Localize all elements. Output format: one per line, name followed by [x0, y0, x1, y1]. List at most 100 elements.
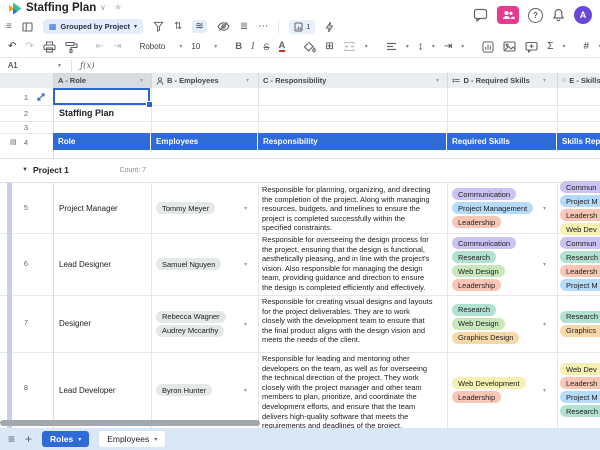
skill-chip[interactable]: Leadersh — [560, 265, 600, 277]
strikethrough-button[interactable]: S — [264, 42, 270, 52]
cell-role[interactable]: Project Manager — [53, 183, 151, 233]
records-badge[interactable]: 1 — [289, 19, 316, 34]
column-header-a[interactable]: A - Role — [53, 73, 151, 88]
employee-chip[interactable]: Tommy Meyer — [156, 202, 216, 214]
sort-icon[interactable]: ⇅ — [174, 21, 182, 32]
cell-required-skills[interactable]: Communication Project Management Leaders… — [447, 183, 557, 233]
functions-sum-icon[interactable]: Σ — [547, 41, 553, 52]
sheet-title-cell[interactable]: Staffing Plan — [59, 108, 114, 118]
column-header-e[interactable]: ○ E - Skills — [557, 73, 600, 88]
name-box-chevron-icon[interactable]: ▾ — [58, 62, 61, 69]
cell-skills-rep[interactable]: Research Graphics — [557, 295, 600, 352]
row-number[interactable]: 5 — [0, 203, 52, 212]
cell-dropdown-icon[interactable]: ▾ — [244, 321, 247, 328]
hide-fields-eye-off-icon[interactable] — [217, 21, 230, 32]
chevron-down-icon[interactable]: ▾ — [406, 43, 409, 50]
employee-chip[interactable]: Byron Hunter — [156, 384, 213, 396]
cell-responsibility[interactable]: Responsible for leading and mentoring ot… — [258, 352, 447, 428]
insert-chart-icon[interactable] — [482, 40, 494, 53]
employee-chip[interactable]: Audrey Mccarthy — [156, 324, 225, 337]
skill-chip[interactable]: Web Dev — [560, 363, 600, 375]
cell-employees[interactable]: Tommy Meyer ▾ — [151, 183, 258, 233]
cell-required-skills[interactable]: Communication Research Web Design Leader… — [447, 233, 557, 295]
skill-chip[interactable]: Communication — [452, 188, 517, 200]
side-panel-icon[interactable] — [22, 21, 33, 32]
fill-color-icon[interactable] — [303, 41, 317, 53]
cell-role[interactable]: Designer — [53, 295, 151, 352]
column-a-menu-icon[interactable]: ▾ — [140, 77, 143, 84]
skill-chip[interactable]: Research — [560, 251, 600, 263]
chevron-down-icon[interactable]: ▾ — [562, 43, 565, 50]
skill-chip[interactable]: Leadersh — [560, 209, 600, 221]
cell-skills-rep[interactable]: Web Dev Leadersh Project M Research — [557, 352, 600, 428]
skill-chip[interactable]: Project M — [560, 279, 600, 291]
horizontal-scrollbar-thumb[interactable] — [0, 420, 260, 426]
cell-dropdown-icon[interactable]: ▾ — [543, 387, 546, 394]
cell-skills-rep[interactable]: Commun Project M Leadersh Web Dev — [557, 181, 600, 235]
skill-chip[interactable]: Leadership — [452, 391, 502, 403]
skill-chip[interactable]: Communication — [452, 237, 517, 249]
employee-chip[interactable]: Rebecca Wagner — [156, 310, 226, 323]
employee-chip[interactable]: Samuel Nguyen — [156, 258, 222, 270]
name-box[interactable]: A1 — [0, 61, 58, 70]
table-header-responsibility[interactable]: Responsibility — [258, 133, 446, 150]
row-number[interactable]: 2 — [0, 109, 52, 118]
print-icon[interactable] — [43, 40, 56, 53]
text-wrap-icon[interactable]: ⇥ — [444, 41, 452, 52]
group-rows-icon[interactable]: ≋ — [192, 20, 207, 33]
paint-format-icon[interactable] — [65, 41, 78, 53]
indent-increase-icon[interactable]: ⇥ — [113, 41, 121, 52]
borders-icon[interactable]: ⊞ — [325, 41, 333, 52]
skill-chip[interactable]: Research — [452, 251, 497, 263]
insert-image-icon[interactable] — [503, 41, 516, 52]
bold-button[interactable]: B — [235, 41, 242, 52]
skill-chip[interactable]: Web Design — [452, 317, 505, 330]
table-header-required-skills[interactable]: Required Skills — [447, 133, 556, 150]
insert-comment-icon[interactable] — [525, 41, 538, 53]
document-title[interactable]: Staffing Plan — [26, 2, 96, 14]
menu-hamburger-icon[interactable]: ≡ — [6, 21, 12, 32]
all-sheets-menu-icon[interactable]: ≡ — [8, 432, 15, 446]
skill-chip[interactable]: Web Development — [452, 377, 526, 389]
cell-skills-rep[interactable]: Commun Research Leadersh Project M — [557, 233, 600, 295]
group-name[interactable]: Project 1 — [33, 165, 69, 175]
skill-chip[interactable]: Commun — [560, 181, 600, 193]
tab-roles[interactable]: Roles ▾ — [42, 431, 90, 447]
table-header-employees[interactable]: Employees — [151, 133, 257, 150]
chevron-down-icon[interactable]: ▾ — [432, 43, 435, 50]
cell-dropdown-icon[interactable]: ▾ — [244, 205, 247, 212]
font-family-select[interactable]: Roboto ▾ — [140, 42, 183, 51]
cell-dropdown-icon[interactable]: ▾ — [543, 261, 546, 268]
indent-decrease-icon[interactable]: ⇤ — [96, 41, 104, 52]
merge-cells-icon[interactable] — [343, 41, 356, 52]
cell-employees[interactable]: Byron Hunter ▾ — [151, 352, 258, 428]
cell-responsibility[interactable]: Responsible for creating visual designs … — [258, 295, 447, 352]
skill-chip[interactable]: Web Design — [452, 265, 505, 277]
formula-input[interactable] — [95, 58, 600, 73]
cell-role[interactable]: Lead Developer — [53, 352, 151, 428]
table-header-skills-rep[interactable]: Skills Repr — [557, 133, 600, 150]
undo-icon[interactable]: ↶ — [8, 41, 16, 52]
italic-button[interactable]: I — [251, 41, 254, 52]
cell-employees[interactable]: Samuel Nguyen ▾ — [151, 233, 258, 295]
skill-chip[interactable]: Project M — [560, 391, 600, 403]
table-header-role[interactable]: Role — [53, 133, 150, 150]
cell-responsibility[interactable]: Responsible for planning, organizing, an… — [258, 183, 447, 233]
title-chevron-down-icon[interactable]: ∨ — [100, 3, 106, 12]
skill-chip[interactable]: Graphics — [560, 324, 600, 337]
tab-employees[interactable]: Employees ▾ — [99, 431, 166, 447]
fill-handle[interactable] — [146, 101, 153, 108]
skill-chip[interactable]: Commun — [560, 237, 600, 249]
automations-lightning-icon[interactable] — [325, 21, 334, 33]
expand-row-icon[interactable] — [36, 92, 46, 102]
vertical-align-icon[interactable]: ↨ — [418, 41, 423, 52]
cell-employees[interactable]: Rebecca Wagner Audrey Mccarthy ▾ — [151, 295, 258, 352]
cell-dropdown-icon[interactable]: ▾ — [543, 321, 546, 328]
skill-chip[interactable]: Graphics Design — [452, 331, 520, 344]
horizontal-align-icon[interactable] — [386, 42, 397, 51]
skill-chip[interactable]: Project Management — [452, 202, 534, 214]
skill-chip[interactable]: Leadership — [452, 279, 502, 291]
column-c-menu-icon[interactable]: ▾ — [436, 77, 439, 84]
filter-icon[interactable] — [153, 21, 164, 32]
cell-required-skills[interactable]: Research Web Design Graphics Design ▾ — [447, 295, 557, 352]
